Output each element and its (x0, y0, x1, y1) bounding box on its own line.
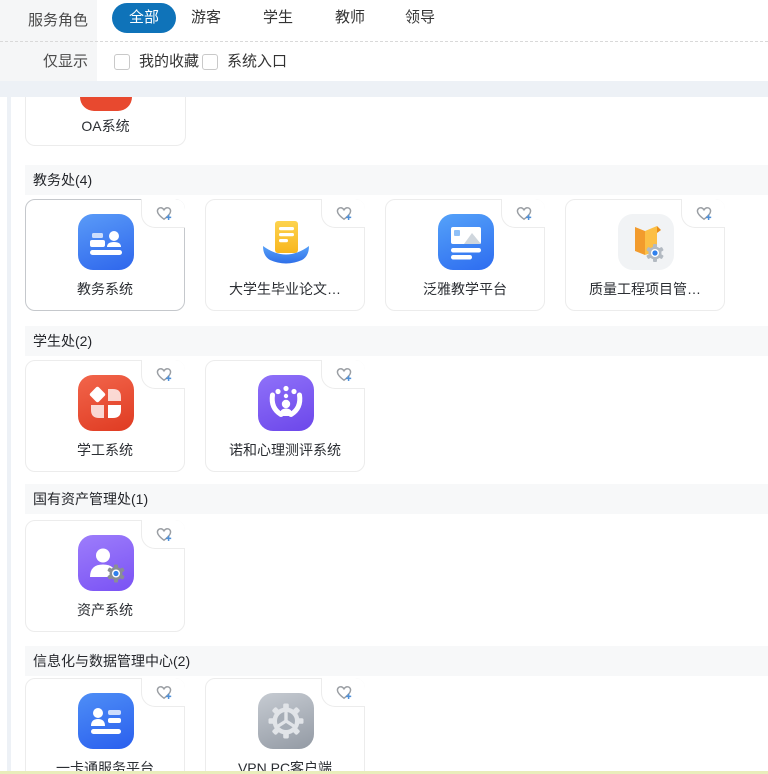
section-title: 信息化与数据管理中心(2) (25, 646, 768, 676)
favorite-add-button[interactable] (141, 678, 185, 707)
favorite-add-button[interactable] (321, 678, 365, 707)
section-header-xinxihua: 信息化与数据管理中心(2) (25, 646, 768, 676)
only-show-label: 仅显示 (0, 43, 88, 81)
app-card-fanya-teaching[interactable]: 泛雅教学平台 (385, 199, 545, 311)
favorite-add-button[interactable] (141, 360, 185, 389)
app-card-campus-card[interactable]: 一卡通服务平台 (25, 678, 185, 774)
only-show-row: 仅显示 我的收藏 系统入口 (0, 43, 768, 81)
heart-plus-icon (694, 204, 714, 222)
favorite-add-button[interactable] (321, 199, 365, 228)
vpn-client-icon (258, 693, 314, 749)
app-card-label: 学工系统 (26, 440, 184, 460)
checkbox-system-entrance-label[interactable]: 系统入口 (227, 43, 287, 81)
heart-plus-icon (154, 683, 174, 701)
heart-plus-icon (334, 683, 354, 701)
app-card-oa-system[interactable]: OA系统 (25, 97, 186, 146)
role-tab-leader[interactable]: 领导 (405, 0, 435, 36)
section-header-jiaowuchu: 教务处(4) (25, 165, 768, 195)
role-tab-guest[interactable]: 游客 (191, 0, 221, 36)
asset-system-icon (78, 535, 134, 591)
app-card-academic-affairs[interactable]: 教务系统 (25, 199, 185, 311)
favorite-add-button[interactable] (321, 360, 365, 389)
app-card-student-work[interactable]: 学工系统 (25, 360, 185, 472)
checkbox-my-favorites-label[interactable]: 我的收藏 (139, 43, 199, 81)
role-tab-teacher[interactable]: 教师 (335, 0, 365, 36)
heart-plus-icon (334, 204, 354, 222)
heart-plus-icon (154, 204, 174, 222)
student-work-system-icon (78, 375, 134, 431)
app-card-quality-project[interactable]: 质量工程项目管… (565, 199, 725, 311)
section-header-xueshengchu: 学生处(2) (25, 326, 768, 356)
app-card-thesis-platform[interactable]: 大学生毕业论文… (205, 199, 365, 311)
app-card-label: 质量工程项目管… (566, 279, 724, 299)
role-tab-student[interactable]: 学生 (263, 0, 293, 36)
favorite-add-button[interactable] (141, 520, 185, 549)
psych-test-system-icon (258, 375, 314, 431)
heart-plus-icon (334, 365, 354, 383)
app-card-label: 诺和心理测评系统 (206, 440, 364, 460)
section-title: 学生处(2) (25, 326, 768, 356)
app-card-label: 泛雅教学平台 (386, 279, 544, 299)
role-tab-all[interactable]: 全部 (112, 3, 176, 33)
quality-project-icon (618, 214, 674, 270)
role-filter-label: 服务角色 (0, 0, 88, 42)
app-card-label: 教务系统 (26, 279, 184, 299)
app-card-asset-system[interactable]: 资产系统 (25, 520, 185, 632)
favorite-add-button[interactable] (681, 199, 725, 228)
section-title: 教务处(4) (25, 165, 768, 195)
app-card-label: 资产系统 (26, 600, 184, 620)
app-card-vpn-client[interactable]: VPN PC客户端 (205, 678, 365, 774)
app-card-label: OA系统 (26, 116, 185, 136)
heart-plus-icon (154, 365, 174, 383)
heart-plus-icon (154, 525, 174, 543)
thesis-platform-icon (258, 214, 314, 270)
panel-content-divider (0, 81, 768, 97)
checkbox-my-favorites[interactable] (114, 54, 130, 70)
favorite-add-button[interactable] (501, 199, 545, 228)
app-card-psych-test[interactable]: 诺和心理测评系统 (205, 360, 365, 472)
campus-card-icon (78, 693, 134, 749)
favorite-add-button[interactable] (141, 199, 185, 228)
role-filter-row: 服务角色 全部 游客 学生 教师 领导 (0, 0, 768, 42)
heart-plus-icon (514, 204, 534, 222)
section-header-guoyouzichan: 国有资产管理处(1) (25, 484, 768, 514)
left-gutter (7, 97, 11, 771)
app-card-label: 大学生毕业论文… (206, 279, 364, 299)
fanya-teaching-icon (438, 214, 494, 270)
checkbox-system-entrance[interactable] (202, 54, 218, 70)
service-portal-screen: 服务角色 全部 游客 学生 教师 领导 仅显示 我的收藏 系统入口 OA系统 教… (0, 0, 768, 774)
oa-system-icon (80, 97, 132, 111)
filter-panel: 服务角色 全部 游客 学生 教师 领导 仅显示 我的收藏 系统入口 (0, 0, 768, 81)
academic-affairs-system-icon (78, 214, 134, 270)
section-title: 国有资产管理处(1) (25, 484, 768, 514)
